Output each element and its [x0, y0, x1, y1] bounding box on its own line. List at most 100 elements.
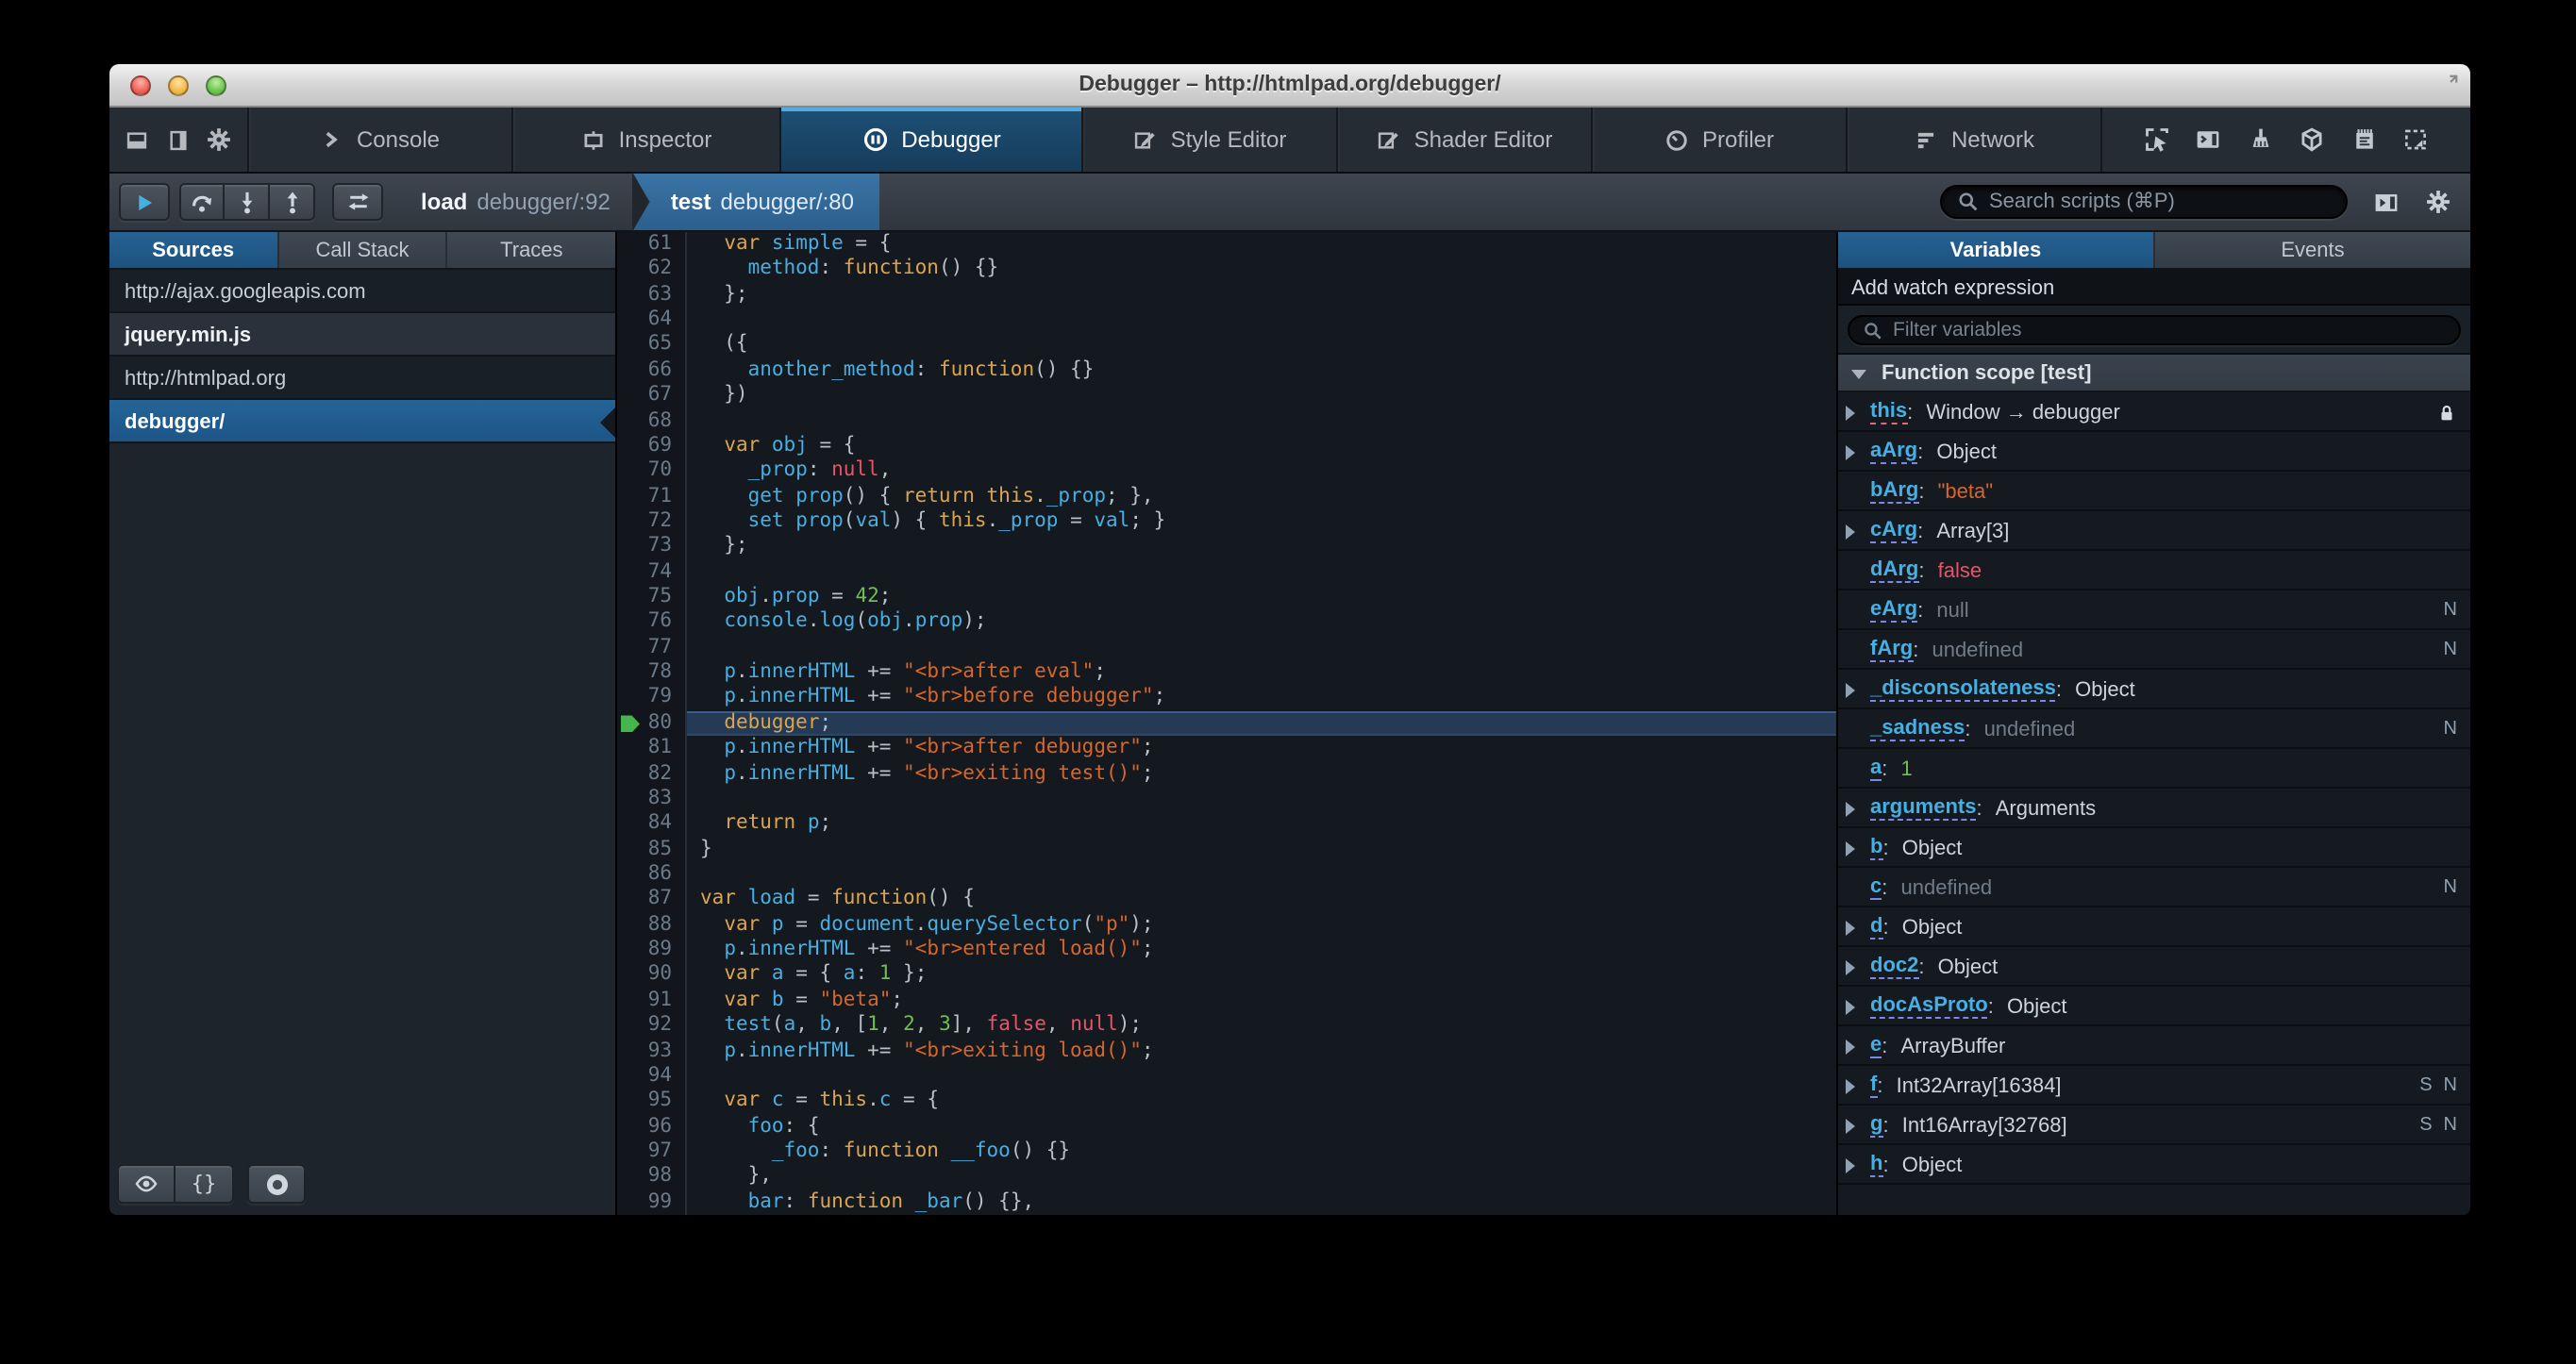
code-line-79[interactable]: 79 p.innerHTML += "<br>before debugger"; — [617, 685, 1836, 711]
tab-console[interactable]: Console — [249, 108, 513, 172]
variable-value[interactable]: ArrayBuffer — [1901, 1035, 2006, 1057]
add-watch-expression[interactable]: Add watch expression — [1838, 270, 2470, 306]
tilt-3d-button[interactable] — [2300, 126, 2326, 153]
line-number[interactable]: 78 — [617, 660, 687, 686]
script-search-box[interactable] — [1940, 185, 2348, 219]
scope-header[interactable]: Function scope [test] — [1838, 355, 2470, 392]
line-number[interactable]: 91 — [617, 988, 687, 1014]
code-line-89[interactable]: 89 p.innerHTML += "<br>entered load()"; — [617, 938, 1836, 963]
search-scripts-input[interactable] — [1989, 191, 2331, 213]
line-number[interactable]: 92 — [617, 1013, 687, 1039]
variable-row-this[interactable]: this : Window → debugger — [1838, 392, 2470, 432]
pick-button[interactable] — [2143, 126, 2169, 153]
line-number[interactable]: 68 — [617, 408, 687, 434]
minimize-button[interactable] — [168, 75, 189, 96]
line-number[interactable]: 61 — [617, 232, 687, 258]
variable-value[interactable]: Arguments — [1996, 797, 2096, 820]
code-line-93[interactable]: 93 p.innerHTML += "<br>exiting load()"; — [617, 1039, 1836, 1064]
line-number[interactable]: 85 — [617, 837, 687, 862]
line-number[interactable]: 84 — [617, 811, 687, 838]
code-line-83[interactable]: 83 — [617, 786, 1836, 812]
line-number[interactable]: 94 — [617, 1063, 687, 1090]
code-line-77[interactable]: 77 — [617, 635, 1836, 661]
variable-name[interactable]: g — [1870, 1113, 1883, 1138]
code-line-95[interactable]: 95 var c = this.c = { — [617, 1089, 1836, 1115]
code-line-90[interactable]: 90 var a = { a: 1 }; — [617, 962, 1836, 989]
line-number[interactable]: 81 — [617, 736, 687, 762]
variable-row-g[interactable]: g : Int16Array[32768] SN — [1838, 1106, 2470, 1145]
code-line-97[interactable]: 97 _foo: function __foo() {} — [617, 1139, 1836, 1165]
line-number[interactable]: 88 — [617, 912, 687, 939]
toggle-panes-button[interactable] — [332, 183, 383, 221]
step-in-button[interactable] — [225, 183, 270, 221]
code-line-99[interactable]: 99 bar: function _bar() {}, — [617, 1189, 1836, 1215]
breadcrumb-frame-test[interactable]: test debugger/:80 — [632, 174, 880, 230]
panel-tab-events[interactable]: Events — [2155, 232, 2470, 268]
responsive-mode-button[interactable] — [2403, 126, 2430, 153]
line-number[interactable]: 89 — [617, 938, 687, 963]
variable-name[interactable]: eArg — [1870, 598, 1918, 623]
chevron-right-icon[interactable] — [1846, 682, 1855, 697]
line-number[interactable]: 96 — [617, 1114, 687, 1139]
variable-name[interactable]: aArg — [1870, 440, 1918, 464]
variable-value[interactable]: undefined — [1901, 876, 1993, 899]
source-item-http-ajax-googleapis-com[interactable]: http://ajax.googleapis.com — [109, 270, 615, 313]
code-line-68[interactable]: 68 — [617, 408, 1836, 434]
gear-icon[interactable] — [2425, 189, 2451, 215]
variable-value[interactable]: Window → debugger — [1926, 401, 2119, 424]
variable-name[interactable]: a — [1870, 757, 1882, 781]
sidebar-tab-sources[interactable]: Sources — [109, 232, 279, 268]
code-line-87[interactable]: 87 var load = function() { — [617, 887, 1836, 913]
variable-value[interactable]: Object — [1902, 1154, 1963, 1176]
code-line-71[interactable]: 71 get prop() { return this._prop; }, — [617, 484, 1836, 509]
line-number[interactable]: 93 — [617, 1039, 687, 1064]
sidebar-tab-call-stack[interactable]: Call Stack — [278, 232, 448, 268]
code-line-61[interactable]: 61 var simple = { — [617, 232, 1836, 258]
line-number[interactable]: 95 — [617, 1089, 687, 1115]
variable-row-f[interactable]: f : Int32Array[16384] SN — [1838, 1066, 2470, 1106]
chevron-right-icon[interactable] — [1846, 444, 1855, 459]
line-number[interactable]: 64 — [617, 308, 687, 333]
line-number[interactable]: 99 — [617, 1189, 687, 1215]
line-number[interactable]: 73 — [617, 534, 687, 560]
chevron-right-icon[interactable] — [1846, 405, 1855, 420]
line-number[interactable]: 76 — [617, 609, 687, 636]
line-number[interactable]: 79 — [617, 685, 687, 711]
variable-row-c[interactable]: c : undefined N — [1838, 868, 2470, 907]
code-line-67[interactable]: 67 }) — [617, 383, 1836, 409]
resize-icon[interactable] — [2438, 74, 2459, 94]
code-line-63[interactable]: 63 }; — [617, 282, 1836, 308]
line-number[interactable]: 80 — [617, 710, 687, 737]
variable-value[interactable]: Object — [2075, 678, 2135, 701]
split-console-button[interactable] — [2195, 126, 2221, 153]
variable-row-e[interactable]: e : ArrayBuffer — [1838, 1026, 2470, 1066]
line-number[interactable]: 87 — [617, 887, 687, 913]
gear-button[interactable] — [206, 126, 232, 153]
code-line-72[interactable]: 72 set prop(val) { this._prop = val; } — [617, 508, 1836, 535]
line-number[interactable]: 63 — [617, 282, 687, 308]
chevron-right-icon[interactable] — [1846, 1039, 1855, 1054]
variable-value[interactable]: Object — [2007, 995, 2067, 1018]
variable-value[interactable]: "beta" — [1938, 480, 1993, 503]
chevron-right-icon[interactable] — [1846, 524, 1855, 539]
variable-name[interactable]: bArg — [1870, 479, 1919, 504]
variable-name[interactable]: fArg — [1870, 638, 1914, 662]
variable-value[interactable]: Object — [1936, 441, 1997, 463]
resume-button[interactable] — [119, 183, 170, 221]
code-line-92[interactable]: 92 test(a, b, [1, 2, 3], false, null); — [617, 1013, 1836, 1039]
variable-row-h[interactable]: h : Object — [1838, 1145, 2470, 1185]
code-line-98[interactable]: 98 }, — [617, 1164, 1836, 1190]
code-line-94[interactable]: 94 — [617, 1063, 1836, 1090]
variables-filter-box[interactable] — [1848, 315, 2461, 345]
panel-tab-variables[interactable]: Variables — [1838, 232, 2155, 268]
dock-side-button[interactable] — [165, 127, 190, 152]
variable-row-arguments[interactable]: arguments : Arguments — [1838, 789, 2470, 828]
variable-name[interactable]: _sadness — [1870, 717, 1965, 741]
code-line-62[interactable]: 62 method: function() {} — [617, 257, 1836, 283]
code-line-76[interactable]: 76 console.log(obj.prop); — [617, 609, 1836, 636]
line-number[interactable]: 67 — [617, 383, 687, 409]
variable-name[interactable]: doc2 — [1870, 955, 1919, 979]
variable-row-sadness[interactable]: _sadness : undefined N — [1838, 709, 2470, 749]
breadcrumb-frame-load[interactable]: load debugger/:92 — [410, 174, 622, 230]
variable-name[interactable]: c — [1870, 875, 1882, 900]
